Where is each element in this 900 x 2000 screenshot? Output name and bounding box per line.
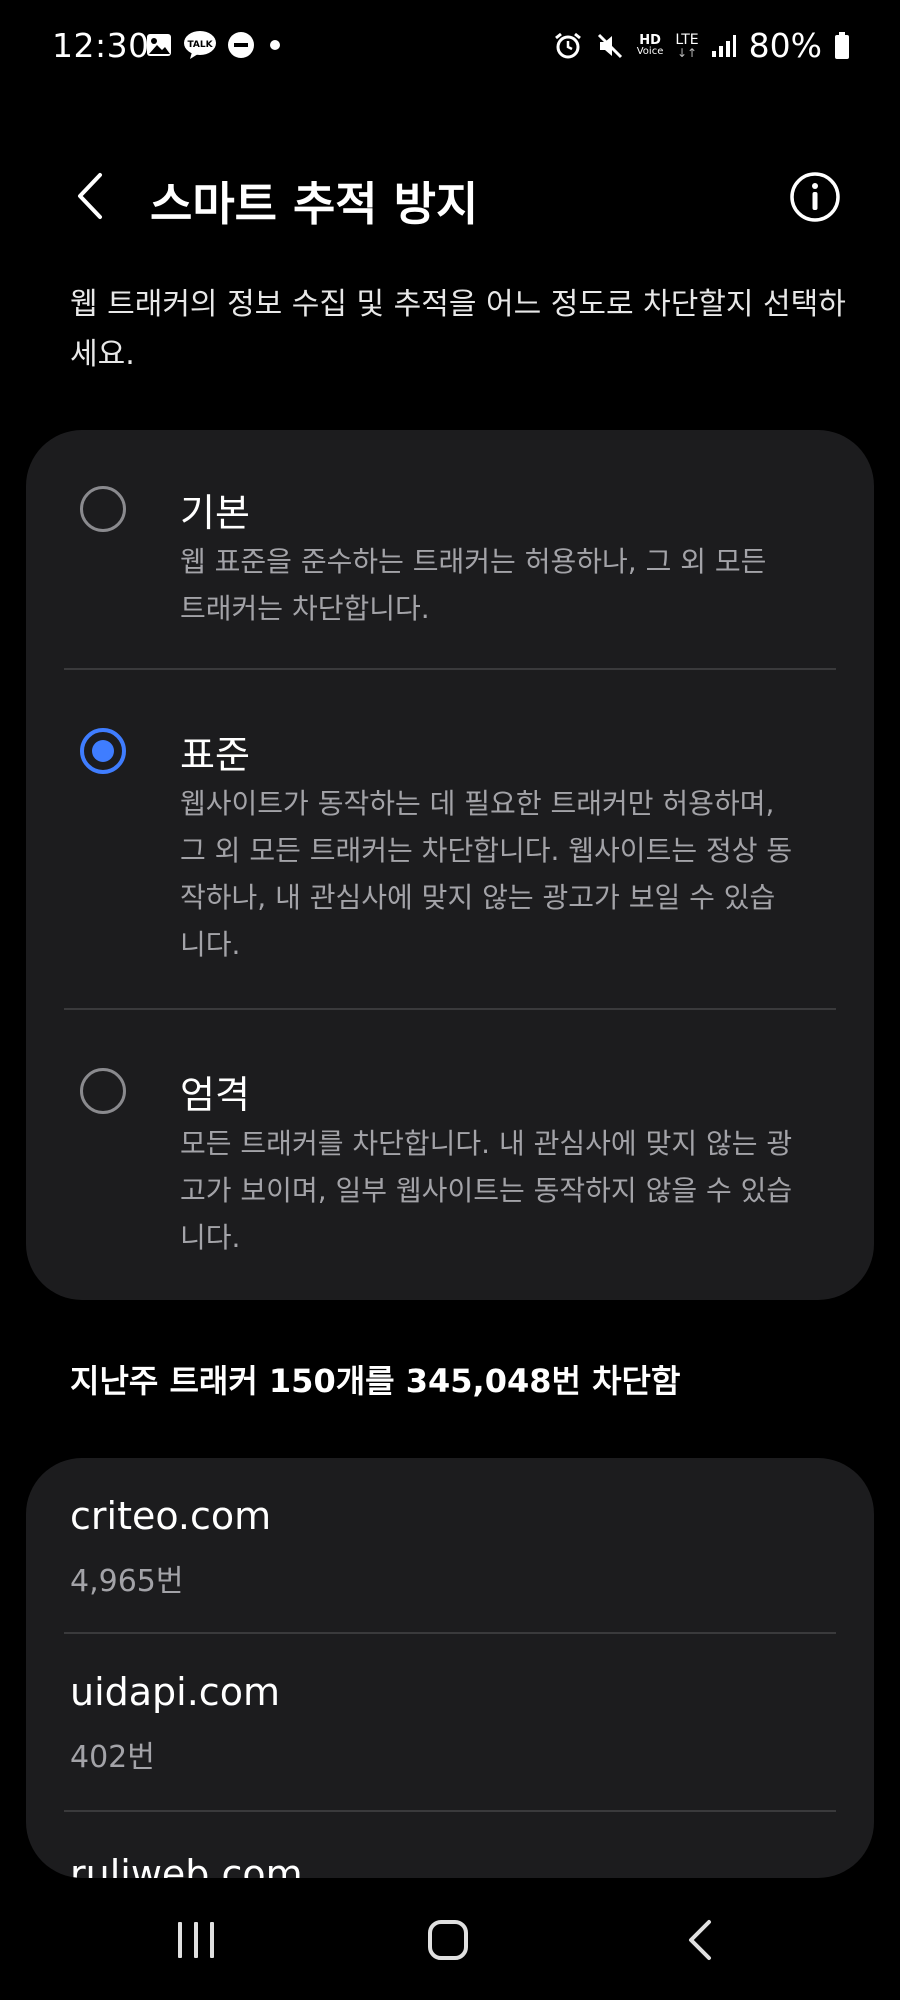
talk-icon: TALK <box>183 30 217 60</box>
status-time: 12:30 <box>52 26 150 65</box>
nav-back-button[interactable] <box>660 1910 740 1970</box>
option-description: 웹사이트가 동작하는 데 필요한 트래커만 허용하며, 그 외 모든 트래커는 … <box>180 787 793 961</box>
option-title: 표준 <box>180 733 250 777</box>
alarm-icon <box>553 31 583 61</box>
tracker-list: criteo.com 4,965번 uidapi.com 402번 ruliwe… <box>26 1458 874 1878</box>
hd-voice-icon: HD Voice <box>637 34 664 57</box>
battery-icon <box>834 31 850 60</box>
navigation-bar <box>0 1880 900 2000</box>
lte-icon: LTE ↓↑ <box>675 31 699 60</box>
talk-icon-label: TALK <box>187 40 213 50</box>
dot-icon <box>265 35 285 55</box>
protection-level-options: 기본 웹 표준을 준수하는 트래커는 허용하나, 그 외 모든 트래커는 차단합… <box>26 430 874 1300</box>
radio-standard[interactable] <box>80 728 126 774</box>
signal-icon <box>711 34 737 58</box>
recents-button[interactable] <box>156 1910 236 1970</box>
gallery-icon <box>145 31 173 59</box>
home-icon <box>428 1920 468 1960</box>
list-item[interactable]: uidapi.com 402번 <box>26 1634 874 1812</box>
app-header: 스마트 추적 방지 <box>0 160 900 232</box>
recents-icon <box>178 1922 214 1958</box>
nav-back-icon <box>689 1920 711 1960</box>
option-strict[interactable]: 엄격 모든 트래커를 차단합니다. 내 관심사에 맞지 않는 광고가 보이며, … <box>26 1010 874 1300</box>
tracker-domain: criteo.com <box>70 1494 272 1538</box>
option-description: 모든 트래커를 차단합니다. 내 관심사에 맞지 않는 광고가 보이며, 일부 … <box>180 1127 793 1254</box>
option-title: 기본 <box>180 491 250 535</box>
home-button[interactable] <box>408 1910 488 1970</box>
page-description: 웹 트래커의 정보 수집 및 추적을 어느 정도로 차단할지 선택하세요. <box>70 287 846 372</box>
tracker-count: 402번 <box>70 1740 155 1775</box>
status-bar: 12:30 TALK HD Voice LTE ↓↑ 80% <box>0 0 900 92</box>
page-title: 스마트 추적 방지 <box>150 177 479 231</box>
blocked-summary: 지난주 트래커 150개를 345,048번 차단함 <box>70 1362 681 1400</box>
info-icon <box>790 172 840 222</box>
back-arrow-icon <box>78 173 102 219</box>
dnd-icon <box>227 31 255 59</box>
radio-basic[interactable] <box>80 486 126 532</box>
back-button[interactable] <box>60 166 120 226</box>
lte-label: LTE <box>675 31 699 48</box>
tracker-domain: ruliweb.com <box>70 1852 303 1878</box>
info-button[interactable] <box>788 170 842 224</box>
tracker-domain: uidapi.com <box>70 1670 280 1714</box>
option-description: 웹 표준을 준수하는 트래커는 허용하나, 그 외 모든 트래커는 차단합니다. <box>180 545 767 625</box>
list-item[interactable]: criteo.com 4,965번 <box>26 1458 874 1634</box>
list-item[interactable]: ruliweb.com <box>26 1812 874 1878</box>
mute-icon <box>595 31 625 61</box>
radio-strict[interactable] <box>80 1068 126 1114</box>
battery-percent: 80% <box>748 26 822 65</box>
notification-icons: TALK <box>145 30 285 60</box>
tracker-count: 4,965번 <box>70 1564 184 1599</box>
voice-label: Voice <box>636 46 664 57</box>
system-icons: HD Voice LTE ↓↑ 80% <box>553 26 850 65</box>
option-basic[interactable]: 기본 웹 표준을 준수하는 트래커는 허용하나, 그 외 모든 트래커는 차단합… <box>26 430 874 670</box>
option-title: 엄격 <box>180 1073 250 1117</box>
option-standard[interactable]: 표준 웹사이트가 동작하는 데 필요한 트래커만 허용하며, 그 외 모든 트래… <box>26 670 874 1010</box>
